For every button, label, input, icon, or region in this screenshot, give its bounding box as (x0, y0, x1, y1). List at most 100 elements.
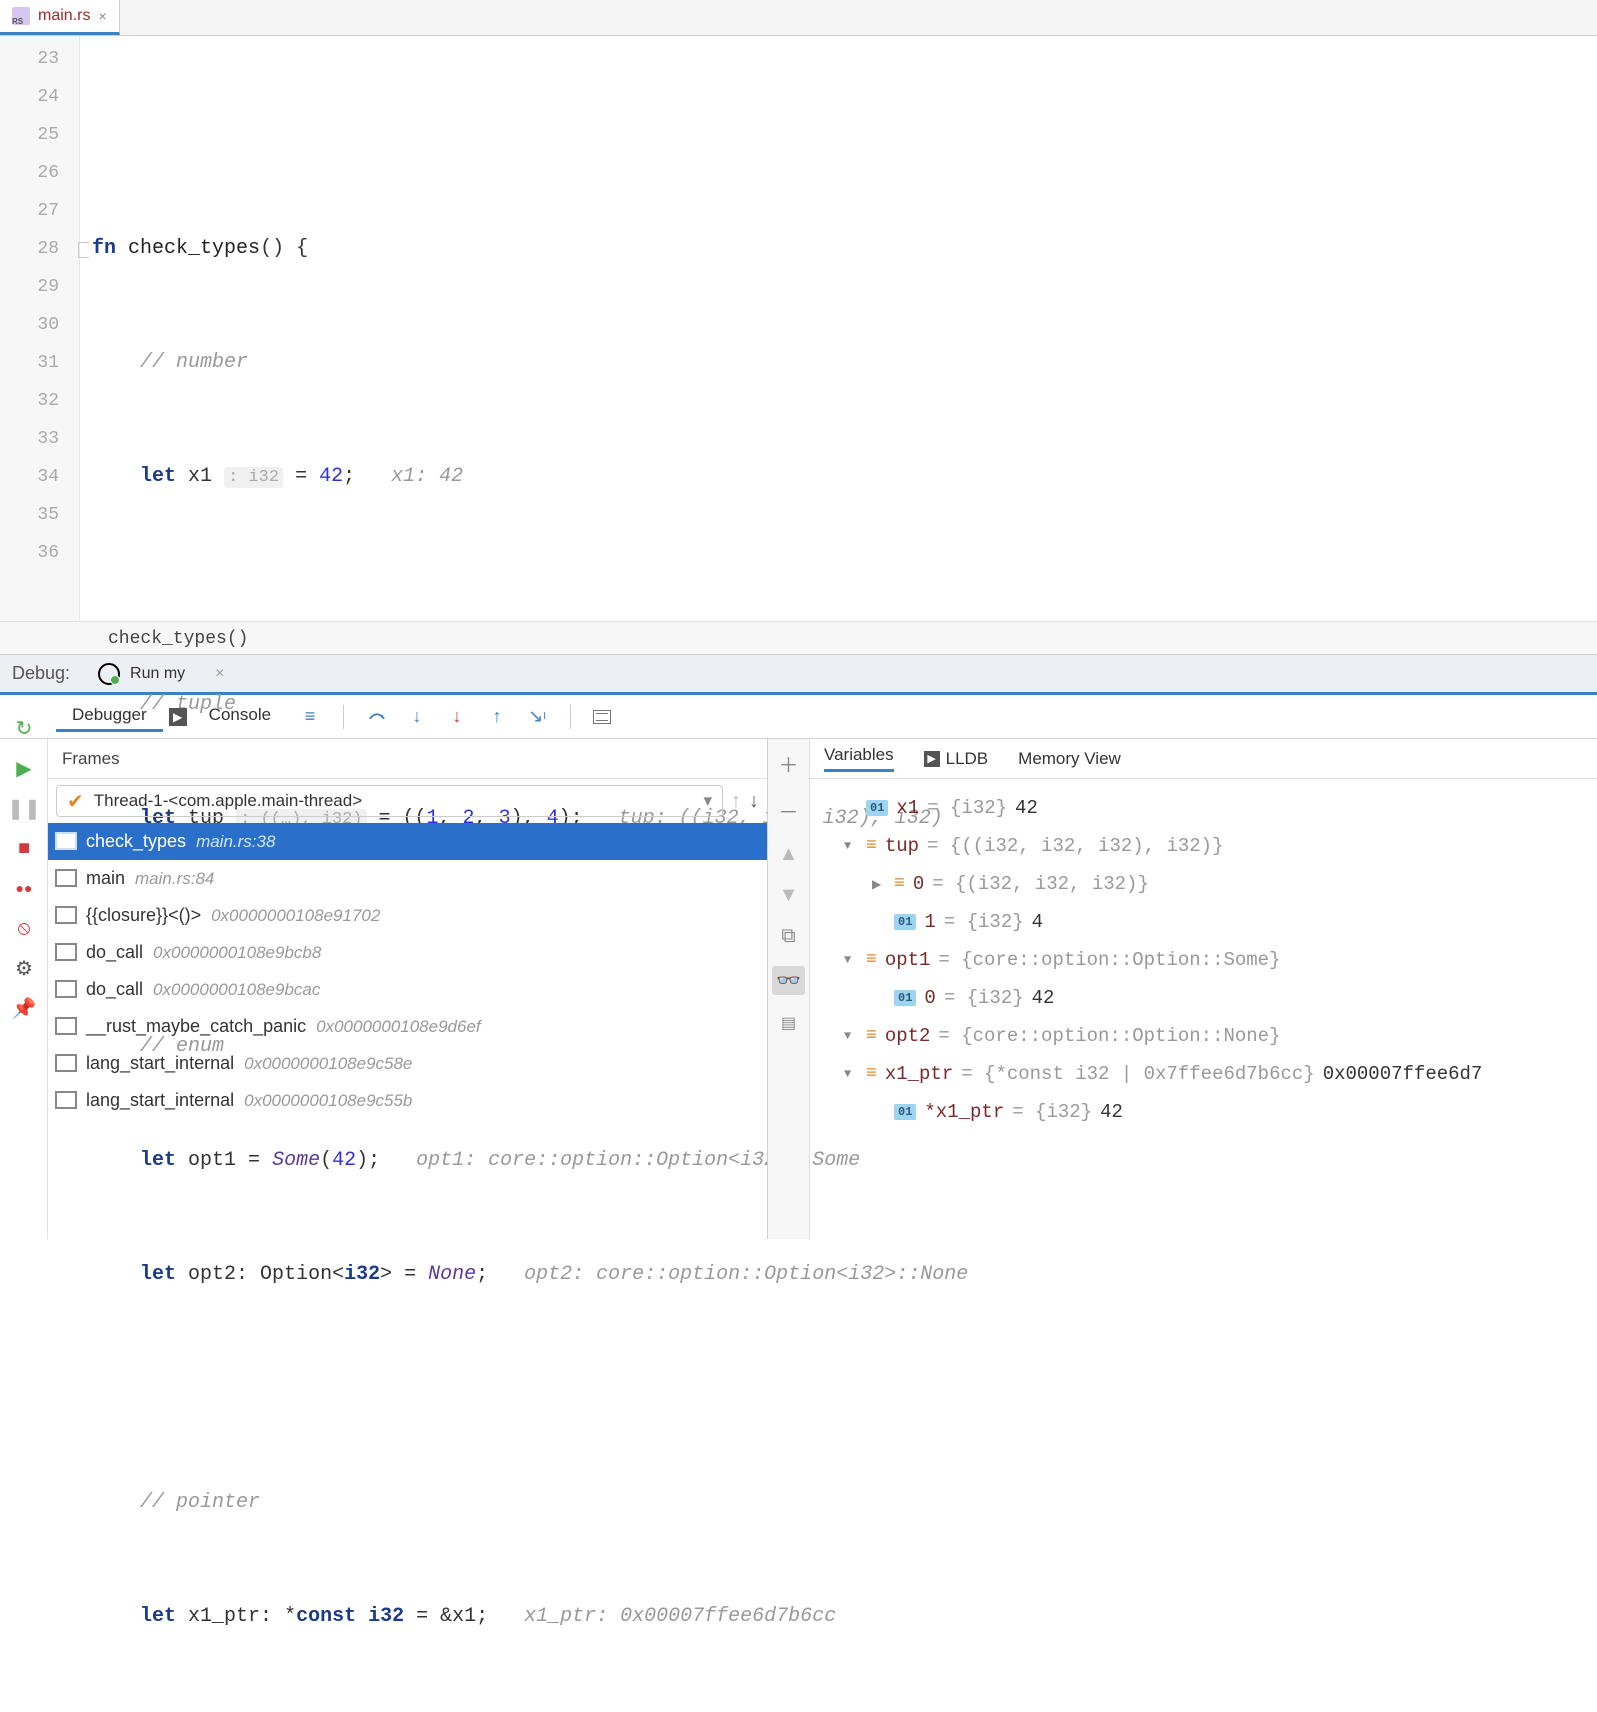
step-into-icon[interactable]: ↓ (406, 706, 428, 728)
struct-icon: ≡ (866, 1026, 877, 1046)
tab-memory-view[interactable]: Memory View (1018, 749, 1121, 769)
type-badge: 01 (894, 1104, 916, 1120)
down-icon[interactable]: ▼ (779, 884, 799, 907)
type-badge: 01 (894, 990, 916, 1006)
layout-icon[interactable]: ▤ (781, 1013, 796, 1033)
pause-icon[interactable]: ❚❚ (12, 796, 36, 820)
frame-name: lang_start_internal (86, 1090, 234, 1111)
tab-console[interactable]: Console (193, 701, 287, 732)
mute-breakpoints-icon[interactable]: ⦸ (12, 916, 36, 940)
add-watch-icon[interactable]: ＋ (779, 749, 799, 778)
force-step-into-icon[interactable]: ↓ (446, 706, 468, 728)
rerun-icon[interactable]: ↻ (12, 716, 36, 740)
frame-icon (58, 872, 76, 886)
type-badge: 01 (894, 914, 916, 930)
frame-name: do_call (86, 942, 143, 963)
var-name: 0 (924, 987, 935, 1009)
frame-name: main (86, 868, 125, 889)
frame-location: 0x0000000108e9bcb8 (153, 943, 321, 963)
glasses-icon[interactable]: 👓 (772, 966, 805, 995)
var-name: 0 (913, 873, 924, 895)
separator (570, 705, 571, 729)
run-to-cursor-icon[interactable]: ↘I (526, 706, 548, 728)
thread-selector[interactable]: ✔ Thread-1-<com.apple.main-thread> ▾ (56, 785, 723, 817)
line-number: 33 (0, 420, 79, 458)
variable-node[interactable]: ▶≡ 0 = {(i32, i32, i32)} (816, 865, 1591, 903)
frames-panel: Frames ✔ Thread-1-<com.apple.main-thread… (48, 739, 768, 1239)
resume-icon[interactable]: ▶ (12, 756, 36, 780)
tab-lldb[interactable]: ▶LLDB (924, 749, 989, 769)
frame-name: check_types (86, 831, 186, 852)
stack-frame[interactable]: lang_start_internal 0x0000000108e9c58e (48, 1045, 767, 1082)
tab-variables[interactable]: Variables (824, 745, 894, 772)
code-line: // pointer (92, 1484, 1597, 1522)
expand-arrow[interactable]: ▼ (844, 953, 858, 967)
close-icon[interactable]: × (215, 665, 224, 683)
step-over-icon[interactable] (366, 706, 388, 728)
var-type: = {core::option::Option::Some} (938, 949, 1280, 971)
debug-label: Debug: (12, 663, 70, 684)
struct-icon: ≡ (866, 1064, 877, 1084)
close-icon[interactable]: × (98, 8, 106, 24)
next-frame-icon[interactable]: ↓ (749, 790, 759, 813)
view-breakpoints-icon[interactable]: ●● (12, 876, 36, 900)
file-tab[interactable]: main.rs × (0, 0, 120, 35)
variable-node[interactable]: ▼≡ opt2 = {core::option::Option::None} (816, 1017, 1591, 1055)
copy-icon[interactable]: ⧉ (781, 925, 795, 948)
line-number: 27 (0, 192, 79, 230)
line-number: 35 (0, 496, 79, 534)
code-editor[interactable]: 2324252627282930313233343536 fn check_ty… (0, 36, 1597, 621)
frames-list[interactable]: check_types main.rs:38main main.rs:84{{c… (48, 823, 767, 1239)
frame-location: 0x0000000108e9bcac (153, 980, 320, 1000)
chevron-down-icon: ▾ (703, 791, 712, 811)
lldb-icon: ▶ (924, 751, 940, 767)
debug-panel: Frames ✔ Thread-1-<com.apple.main-thread… (0, 739, 1597, 1239)
frame-location: main.rs:38 (196, 832, 275, 852)
frame-icon (58, 1057, 76, 1071)
frame-icon (58, 1020, 76, 1034)
variable-node[interactable]: ▼≡ x1_ptr = {*const i32 | 0x7ffee6d7b6cc… (816, 1055, 1591, 1093)
frame-name: do_call (86, 979, 143, 1000)
variables-tree[interactable]: 01 x1 = {i32} 42▼≡ tup = {((i32, i32, i3… (810, 779, 1597, 1239)
variable-node[interactable]: ▼≡ opt1 = {core::option::Option::Some} (816, 941, 1591, 979)
up-icon[interactable]: ▲ (779, 843, 799, 866)
run-config-tab[interactable]: Run my × (86, 654, 236, 694)
step-out-icon[interactable]: ↑ (486, 706, 508, 728)
evaluate-icon[interactable] (593, 710, 611, 724)
stop-icon[interactable]: ■ (12, 836, 36, 860)
stack-frame[interactable]: main main.rs:84 (48, 860, 767, 897)
tab-debugger[interactable]: Debugger (56, 701, 163, 732)
variable-node[interactable]: ▼≡ tup = {((i32, i32, i32), i32)} (816, 827, 1591, 865)
variable-node[interactable]: 01 0 = {i32} 42 (816, 979, 1591, 1017)
threads-icon[interactable]: ≡ (299, 706, 321, 728)
expand-arrow[interactable]: ▼ (844, 1067, 858, 1081)
code-line (92, 1370, 1597, 1408)
variable-node[interactable]: 01 *x1_ptr = {i32} 42 (816, 1093, 1591, 1131)
remove-watch-icon[interactable]: － (779, 796, 799, 825)
stack-frame[interactable]: __rust_maybe_catch_panic 0x0000000108e9d… (48, 1008, 767, 1045)
frame-name: __rust_maybe_catch_panic (86, 1016, 306, 1037)
line-number: 36 (0, 534, 79, 572)
code-line: // number (92, 344, 1597, 382)
stack-frame[interactable]: {{closure}}<()> 0x0000000108e91702 (48, 897, 767, 934)
line-number: 29 (0, 268, 79, 306)
vars-toolbar: ＋ － ▲ ▼ ⧉ 👓 ▤ (768, 739, 810, 1239)
variable-node[interactable]: 01 x1 = {i32} 42 (816, 789, 1591, 827)
pin-icon[interactable]: 📌 (12, 996, 36, 1020)
expand-arrow[interactable]: ▼ (844, 839, 858, 853)
variable-node[interactable]: 01 1 = {i32} 4 (816, 903, 1591, 941)
var-value: 42 (1100, 1101, 1123, 1123)
code-area[interactable]: fn check_types() { // number let x1 : i3… (80, 36, 1597, 621)
stack-frame[interactable]: check_types main.rs:38 (48, 823, 767, 860)
stack-frame[interactable]: do_call 0x0000000108e9bcac (48, 971, 767, 1008)
prev-frame-icon[interactable]: ↑ (731, 790, 741, 813)
expand-arrow[interactable]: ▼ (844, 1029, 858, 1043)
expand-arrow[interactable]: ▶ (872, 877, 886, 892)
stack-frame[interactable]: do_call 0x0000000108e9bcb8 (48, 934, 767, 971)
line-number: 32 (0, 382, 79, 420)
stack-frame[interactable]: lang_start_internal 0x0000000108e9c55b (48, 1082, 767, 1119)
settings-icon[interactable]: ⚙ (12, 956, 36, 980)
var-type: = {i32} (1012, 1101, 1092, 1123)
line-number: 31 (0, 344, 79, 382)
code-line (92, 116, 1597, 154)
